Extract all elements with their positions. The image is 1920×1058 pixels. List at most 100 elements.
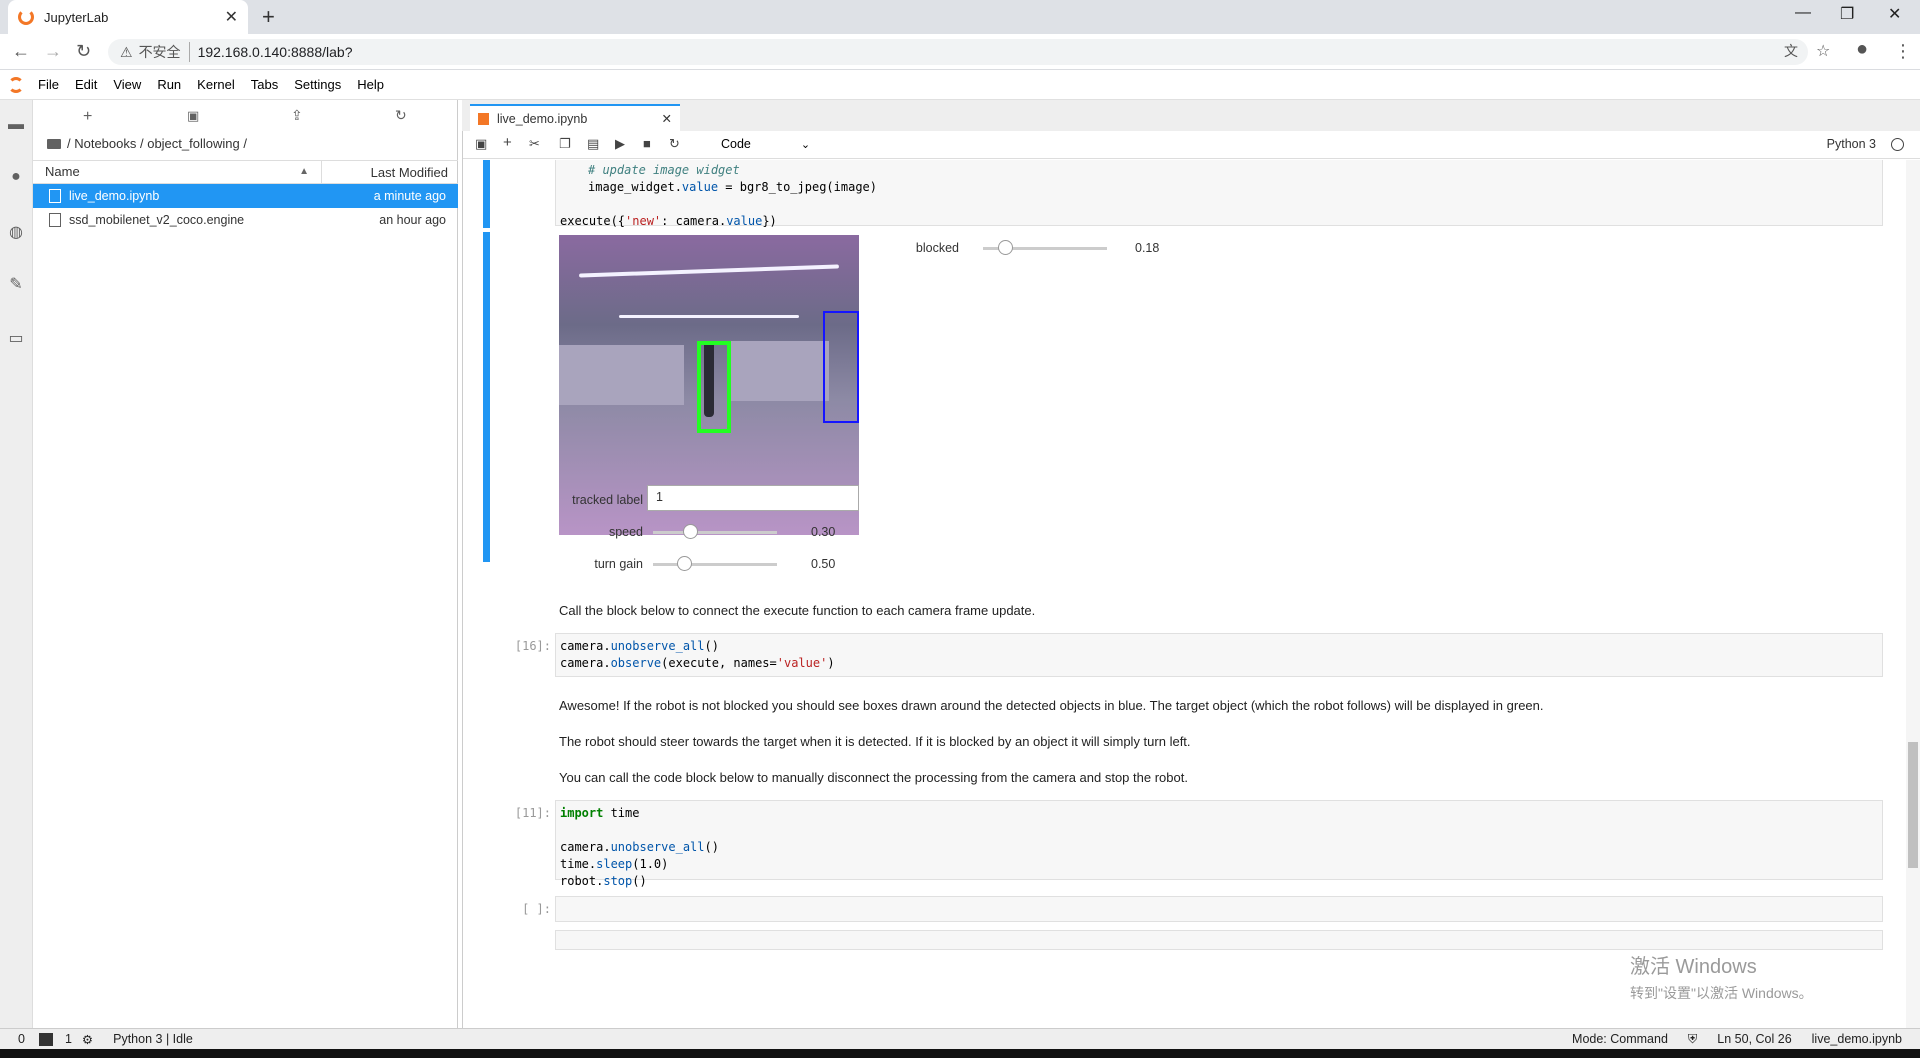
bookmark-star-icon[interactable]: ☆ bbox=[1816, 41, 1830, 61]
new-folder-icon[interactable]: ▣ bbox=[187, 108, 199, 124]
empty-code-cell[interactable] bbox=[555, 930, 1883, 950]
jupyter-favicon-icon bbox=[18, 9, 34, 25]
close-tab-icon[interactable]: ✕ bbox=[225, 7, 238, 27]
blocked-slider-thumb[interactable] bbox=[998, 240, 1014, 255]
tabs-icon[interactable]: ▭ bbox=[7, 328, 25, 347]
left-sidebar: ▬ ● ◍ ✎ ▭ bbox=[0, 100, 33, 1028]
code-token: ) bbox=[827, 656, 835, 670]
windows-activation-watermark: 激活 Windows 转到"设置"以激活 Windows。 bbox=[1630, 950, 1813, 1003]
browser-menu-icon[interactable]: ⋮ bbox=[1894, 41, 1912, 62]
code-token: (1.0) bbox=[632, 857, 669, 871]
tracked-label-input[interactable]: 1 bbox=[647, 485, 859, 511]
cell-type-select[interactable]: Code ⌄ bbox=[721, 137, 810, 151]
run-icon[interactable]: ▶ bbox=[615, 136, 625, 152]
cut-icon[interactable]: ✂ bbox=[529, 136, 540, 152]
status-bar: 0 1 ⚙ Python 3 | Idle Mode: Command ⛨ Ln… bbox=[0, 1028, 1920, 1049]
code-token: time. bbox=[560, 857, 597, 871]
active-cell-bar bbox=[483, 160, 490, 228]
code-token: unobserve_all bbox=[610, 639, 705, 653]
name-column-header[interactable]: Name ▲ bbox=[33, 161, 322, 183]
terminal-icon[interactable] bbox=[38, 1032, 53, 1046]
desk-left bbox=[559, 345, 684, 405]
forward-icon[interactable]: → bbox=[44, 41, 62, 62]
trust-icon[interactable]: ⛨ bbox=[1688, 1032, 1697, 1047]
cursor-position[interactable]: Ln 50, Col 26 bbox=[1717, 1032, 1791, 1046]
refresh-icon[interactable]: ↻ bbox=[395, 107, 407, 124]
code-token: robot. bbox=[560, 874, 604, 888]
speed-slider-thumb[interactable] bbox=[683, 524, 699, 539]
translate-icon[interactable]: 文 bbox=[1784, 41, 1798, 61]
code-cell-editor[interactable]: # update image widget image_widget.value… bbox=[555, 160, 1883, 228]
turn-gain-slider-thumb[interactable] bbox=[677, 556, 692, 571]
watermark-line2: 转到"设置"以激活 Windows。 bbox=[1630, 985, 1813, 1001]
url-text: 192.168.0.140:8888/lab? bbox=[197, 44, 353, 60]
menu-tabs[interactable]: Tabs bbox=[251, 77, 278, 92]
code-token: camera. bbox=[560, 840, 611, 854]
close-window-icon[interactable]: ✕ bbox=[1888, 4, 1901, 24]
status-file-name: live_demo.ipynb bbox=[1811, 1032, 1902, 1046]
paste-icon[interactable]: ▤ bbox=[587, 136, 599, 152]
code-line: import time bbox=[560, 805, 1878, 822]
restart-icon[interactable]: ↻ bbox=[669, 136, 680, 152]
last-modified-header[interactable]: Last Modified bbox=[322, 165, 458, 180]
code-cell-editor[interactable]: import time camera.unobserve_all() time.… bbox=[555, 800, 1883, 888]
file-modified: an hour ago bbox=[379, 213, 446, 227]
kernel-name[interactable]: Python 3 bbox=[1827, 137, 1876, 151]
kernel-status[interactable]: Python 3 | Idle bbox=[113, 1032, 193, 1046]
browser-tab[interactable]: JupyterLab ✕ bbox=[8, 0, 248, 34]
notebook-cells: # update image widget image_widget.value… bbox=[463, 160, 1903, 1028]
empty-code-cell[interactable] bbox=[555, 896, 1883, 922]
menu-kernel[interactable]: Kernel bbox=[197, 77, 235, 92]
upload-icon[interactable]: ⇪ bbox=[291, 107, 303, 124]
markdown-text: Awesome! If the robot is not blocked you… bbox=[559, 698, 1544, 713]
menu-view[interactable]: View bbox=[113, 77, 141, 92]
menu-edit[interactable]: Edit bbox=[75, 77, 97, 92]
blocked-label: blocked bbox=[915, 241, 959, 255]
menu-run[interactable]: Run bbox=[157, 77, 181, 92]
kernel-settings-icon[interactable]: ⚙ bbox=[82, 1032, 93, 1047]
save-icon[interactable]: ▣ bbox=[475, 136, 487, 152]
copy-icon[interactable]: ❐ bbox=[559, 136, 571, 152]
code-cell-editor[interactable]: camera.unobserve_all() camera.observe(ex… bbox=[555, 633, 1883, 677]
insert-cell-icon[interactable]: + bbox=[503, 134, 512, 151]
output-collapse-bar[interactable] bbox=[483, 232, 490, 562]
markdown-text: You can call the code block below to man… bbox=[559, 770, 1188, 785]
palette-icon[interactable]: ◍ bbox=[7, 222, 25, 241]
minimize-icon[interactable]: — bbox=[1795, 4, 1811, 22]
url-field[interactable]: ⚠ 不安全 192.168.0.140:8888/lab? bbox=[108, 39, 1808, 65]
menu-help[interactable]: Help bbox=[357, 77, 384, 92]
scrollbar-thumb[interactable] bbox=[1908, 742, 1918, 868]
stop-icon[interactable]: ■ bbox=[643, 136, 651, 151]
code-token: camera. bbox=[560, 639, 611, 653]
status-count-0: 0 bbox=[18, 1032, 25, 1046]
menu-file[interactable]: File bbox=[38, 77, 59, 92]
notebook-scrollbar[interactable] bbox=[1906, 160, 1920, 1028]
status-count-1: 1 bbox=[64, 1032, 72, 1046]
back-icon[interactable]: ← bbox=[12, 41, 30, 62]
security-label: 不安全 bbox=[139, 42, 190, 62]
profile-avatar-icon[interactable]: ● bbox=[1856, 38, 1868, 61]
notebook-tab[interactable]: live_demo.ipynb ✕ bbox=[470, 104, 680, 131]
restore-icon[interactable]: ❐ bbox=[1840, 4, 1854, 24]
file-row[interactable]: live_demo.ipynb a minute ago bbox=[33, 184, 458, 208]
blocked-value: 0.18 bbox=[1135, 241, 1160, 255]
sort-caret-icon: ▲ bbox=[299, 166, 309, 177]
wrench-icon[interactable]: ✎ bbox=[7, 274, 25, 293]
code-line: execute({'new': camera.value}) bbox=[560, 213, 1878, 230]
breadcrumb-path[interactable]: / Notebooks / object_following / bbox=[67, 136, 247, 151]
turn-gain-slider-track[interactable] bbox=[653, 563, 777, 566]
running-icon[interactable]: ● bbox=[7, 168, 25, 186]
ceiling-light bbox=[619, 315, 799, 318]
speed-label: speed bbox=[608, 525, 643, 539]
code-line: time.sleep(1.0) bbox=[560, 856, 1878, 873]
new-tab-button[interactable]: + bbox=[262, 4, 275, 30]
close-notebook-tab-icon[interactable]: ✕ bbox=[662, 111, 672, 126]
speed-slider-track[interactable] bbox=[653, 531, 777, 534]
menu-settings[interactable]: Settings bbox=[294, 77, 341, 92]
file-row[interactable]: ssd_mobilenet_v2_coco.engine an hour ago bbox=[33, 208, 458, 232]
reload-icon[interactable]: ↻ bbox=[76, 41, 91, 62]
folder-home-icon[interactable] bbox=[47, 138, 61, 149]
ceiling-light bbox=[579, 264, 839, 278]
new-launcher-icon[interactable]: + bbox=[83, 108, 92, 126]
folder-icon[interactable]: ▬ bbox=[7, 116, 25, 134]
